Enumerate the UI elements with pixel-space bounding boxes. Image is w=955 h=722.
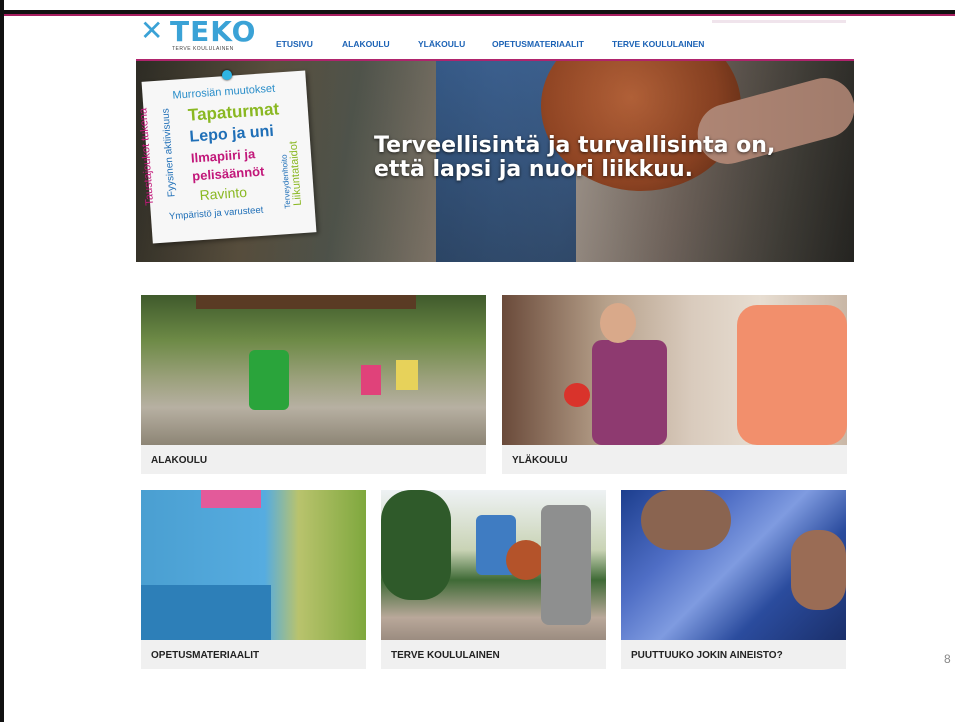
tile-label: TERVE KOULULAINEN <box>391 650 500 661</box>
tile-puuttuuko[interactable]: PUUTTUUKO JOKIN AINEISTO? <box>621 490 846 669</box>
backpack-pocket <box>141 585 271 640</box>
slide-frame-left <box>0 0 4 722</box>
search-bar[interactable] <box>712 20 846 23</box>
tile-alakoulu[interactable]: ALAKOULU <box>141 295 486 474</box>
topic-word-cloud-note: Murrosiän muutokset Tapaturmat Lepo ja u… <box>137 70 317 244</box>
child-figure <box>361 365 381 395</box>
tile-label: YLÄKOULU <box>512 455 568 466</box>
tile-terve-koululainen[interactable]: TERVE KOULULAINEN <box>381 490 606 669</box>
logo-text: TEKO <box>170 15 257 48</box>
pingpong-paddle <box>564 383 590 407</box>
note-word: Ilmapiiri ja <box>190 146 256 166</box>
nav-terve-koululainen[interactable]: TERVE KOULULAINEN <box>612 39 704 49</box>
note-word: Lepo ja uni <box>188 122 275 146</box>
nav-ylakoulu[interactable]: YLÄKOULU <box>418 39 465 49</box>
logo-subtitle: TERVE KOULULAINEN <box>172 46 234 52</box>
note-word: Murrosiän muutokset <box>172 82 276 102</box>
child-figure <box>396 360 418 390</box>
runner-icon: ✕ <box>140 15 164 46</box>
student-figure <box>737 305 847 445</box>
tree <box>381 490 451 600</box>
nav-alakoulu[interactable]: ALAKOULU <box>342 39 390 49</box>
alakoulu-photo <box>141 295 486 445</box>
student-figure <box>592 340 667 445</box>
terve-koululainen-photo <box>381 490 606 640</box>
note-word: Ympäristö ja varusteet <box>168 204 264 223</box>
nav-etusivu[interactable]: ETUSIVU <box>276 39 313 49</box>
slide-number: 8 <box>944 652 951 666</box>
tile-ylakoulu[interactable]: YLÄKOULU <box>502 295 847 474</box>
hero-headline-line1: Terveellisintä ja turvallisinta on, <box>374 133 776 158</box>
opetusmateriaalit-photo <box>141 490 366 640</box>
nav-opetusmateriaalit[interactable]: OPETUSMATERIAALIT <box>492 39 584 49</box>
hero-headline-line2: että lapsi ja nuori liikkuu. <box>374 157 693 182</box>
tile-label: OPETUSMATERIAALIT <box>151 650 260 661</box>
tile-label: PUUTTUUKO JOKIN AINEISTO? <box>631 650 783 661</box>
student-face <box>600 303 636 343</box>
note-word: Ravinto <box>199 183 248 204</box>
notebook <box>201 490 261 508</box>
hand <box>641 490 731 550</box>
child-figure <box>249 350 289 410</box>
teko-logo[interactable]: ✕ TEKO TERVE KOULULAINEN <box>140 17 255 53</box>
puzzle-photo <box>621 490 846 640</box>
tile-label: ALAKOULU <box>151 455 208 466</box>
climbing-frame <box>196 295 416 309</box>
note-word: pelisäännöt <box>191 163 265 184</box>
hand <box>791 530 846 610</box>
player-figure <box>541 505 591 625</box>
note-word: Tapaturmat <box>187 99 280 125</box>
basketball <box>506 540 546 580</box>
tile-opetusmateriaalit[interactable]: OPETUSMATERIAALIT <box>141 490 366 669</box>
hero-headline: Terveellisintä ja turvallisinta on, että… <box>374 134 844 182</box>
pushpin-icon <box>222 70 232 80</box>
note-word: Fyysinen aktiivisuus <box>160 107 178 198</box>
ylakoulu-photo <box>502 295 847 445</box>
